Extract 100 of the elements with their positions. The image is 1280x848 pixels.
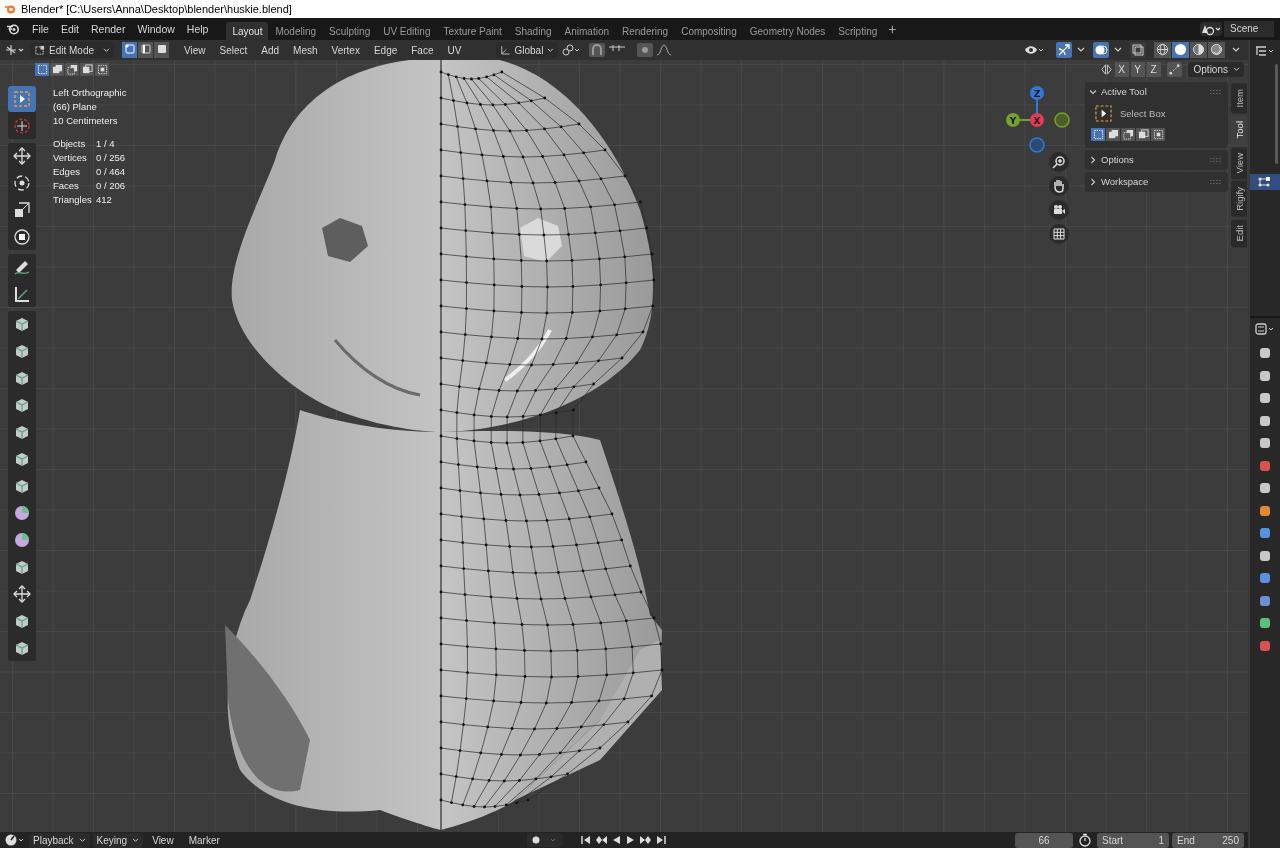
subtract-selection-button[interactable] — [65, 63, 79, 76]
record-icon[interactable] — [527, 833, 563, 847]
properties-tab-icon[interactable] — [1258, 368, 1272, 383]
workspace-tab[interactable]: Animation — [558, 21, 615, 41]
wireframe-shading-button[interactable] — [1154, 42, 1171, 58]
camera-icon[interactable] — [1049, 200, 1069, 220]
mirror-axis-button[interactable]: X — [1114, 62, 1129, 77]
workspace-tab[interactable]: Texture Paint — [437, 21, 508, 41]
properties-tab-icon[interactable] — [1258, 571, 1272, 585]
xray-toggle-icon[interactable] — [1130, 42, 1146, 58]
mirror-axis-button[interactable]: Z — [1146, 62, 1161, 77]
menu-item[interactable]: UV — [441, 44, 468, 56]
properties-tab-icon[interactable] — [1258, 548, 1272, 563]
topology-mirror-icon[interactable] — [1166, 62, 1182, 77]
menu-item[interactable]: Edit — [54, 23, 85, 35]
edge-select-button[interactable] — [138, 42, 153, 58]
rendered-shading-button[interactable] — [1208, 42, 1225, 58]
panel-title[interactable]: Active Tool — [1101, 86, 1206, 97]
workspace-tab[interactable]: UV Editing — [377, 21, 437, 41]
add-workspace-button[interactable]: + — [884, 21, 901, 37]
current-frame-field[interactable]: 66 — [1015, 832, 1073, 848]
extend-selection-button[interactable] — [50, 63, 64, 76]
jump-to-start-icon[interactable] — [580, 834, 592, 846]
axis-handle[interactable] — [1029, 137, 1045, 153]
sidebar-tab[interactable]: Rigify — [1231, 181, 1247, 218]
jump-to-end-icon[interactable] — [655, 834, 667, 846]
mirror-axis-button[interactable]: Y — [1130, 62, 1145, 77]
invert-selection-button[interactable] — [1136, 128, 1150, 141]
set-selection-button[interactable] — [35, 63, 49, 76]
properties-tab-icon[interactable] — [1258, 346, 1272, 360]
invert-selection-button[interactable] — [80, 63, 94, 76]
properties-tab-icon[interactable] — [1258, 638, 1272, 653]
drag-handle-icon[interactable] — [1210, 88, 1222, 95]
subtract-selection-button[interactable] — [1121, 128, 1135, 141]
properties-tab-icon[interactable] — [1258, 593, 1272, 608]
workspace-tab[interactable]: Layout — [226, 21, 269, 41]
menu-item[interactable]: Window — [131, 23, 181, 35]
properties-tab-icon[interactable] — [1258, 436, 1272, 450]
menu-item[interactable]: Marker — [182, 834, 226, 846]
mode-dropdown[interactable]: Edit Mode — [30, 42, 114, 58]
solid-shading-button[interactable] — [1172, 42, 1189, 58]
menu-item[interactable]: Mesh — [287, 44, 324, 56]
workspace-tab[interactable]: Scripting — [832, 21, 884, 41]
menu-item[interactable]: File — [26, 23, 55, 35]
stopwatch-icon[interactable] — [1078, 833, 1092, 847]
properties-tab-icon[interactable] — [1258, 458, 1272, 473]
properties-tab-icon[interactable] — [1258, 503, 1272, 518]
properties-tab-icon[interactable] — [1258, 616, 1272, 630]
menu-item[interactable]: Edge — [367, 44, 404, 56]
visibility-icon[interactable] — [1024, 43, 1046, 57]
menu-item[interactable]: Help — [180, 23, 215, 35]
workspace-tab[interactable]: Compositing — [675, 21, 743, 41]
face-select-button[interactable] — [154, 42, 169, 58]
menu-item[interactable]: Face — [405, 44, 440, 56]
options-dropdown[interactable]: Options — [1187, 62, 1244, 77]
panel-title[interactable]: Workspace — [1101, 176, 1206, 187]
pivot-icon[interactable] — [560, 43, 582, 57]
panel-title[interactable]: Options — [1101, 154, 1206, 165]
properties-tab-icon[interactable] — [1258, 391, 1272, 405]
hand-icon[interactable] — [1049, 176, 1069, 196]
workspace-tab[interactable]: Shading — [508, 21, 558, 41]
mesh-object-icon[interactable] — [1250, 174, 1280, 190]
menu-item[interactable]: View — [178, 44, 212, 56]
caret-icon[interactable] — [1232, 47, 1240, 53]
sidebar-tab[interactable]: Edit — [1231, 219, 1247, 248]
sidebar-tab[interactable]: View — [1231, 146, 1247, 180]
blender-logo-icon[interactable] — [6, 23, 20, 35]
set-selection-button[interactable] — [1091, 128, 1105, 141]
caret-icon[interactable] — [1077, 47, 1085, 53]
sidebar-tab[interactable]: Item — [1231, 83, 1247, 114]
start-frame-field[interactable]: Start 1 — [1097, 832, 1169, 848]
workspace-tab[interactable]: Modeling — [269, 21, 323, 41]
drag-handle-icon[interactable] — [1210, 178, 1222, 185]
clock-icon[interactable] — [4, 833, 26, 847]
scene-field[interactable]: Scene — [1224, 21, 1274, 37]
timeline-dropdown[interactable]: Keying — [92, 832, 144, 848]
workspace-tab[interactable]: Sculpting — [323, 21, 377, 41]
material-shading-button[interactable] — [1190, 42, 1207, 58]
properties-tab-icon[interactable] — [1258, 413, 1272, 428]
intersect-selection-button[interactable] — [1151, 128, 1165, 141]
properties-tab-icon[interactable] — [1258, 526, 1272, 540]
workspace-tab[interactable]: Geometry Nodes — [743, 21, 832, 41]
workspace-tab[interactable]: Rendering — [616, 21, 675, 41]
end-frame-field[interactable]: End 250 — [1172, 832, 1244, 848]
vertex-select-button[interactable] — [122, 42, 137, 58]
menu-item[interactable]: Render — [85, 23, 132, 35]
menu-item[interactable]: View — [146, 834, 180, 846]
scrollbar[interactable] — [1275, 64, 1278, 164]
outliner-icon[interactable] — [1254, 44, 1276, 58]
scene-icon[interactable] — [1200, 22, 1222, 36]
overlay-toggle-icon[interactable] — [1093, 42, 1109, 58]
menu-item[interactable]: Add — [255, 44, 286, 56]
orientation-dropdown[interactable]: Global — [496, 42, 558, 58]
menu-item[interactable]: Vertex — [325, 44, 366, 56]
zoom-icon[interactable] — [1049, 152, 1069, 172]
properties-tab-icon[interactable] — [1258, 481, 1272, 495]
previous-keyframe-icon[interactable] — [595, 834, 607, 846]
axis-handle[interactable] — [1054, 112, 1070, 128]
chevron-icon[interactable] — [1089, 87, 1097, 96]
properties-editor-icon[interactable] — [1254, 322, 1276, 336]
